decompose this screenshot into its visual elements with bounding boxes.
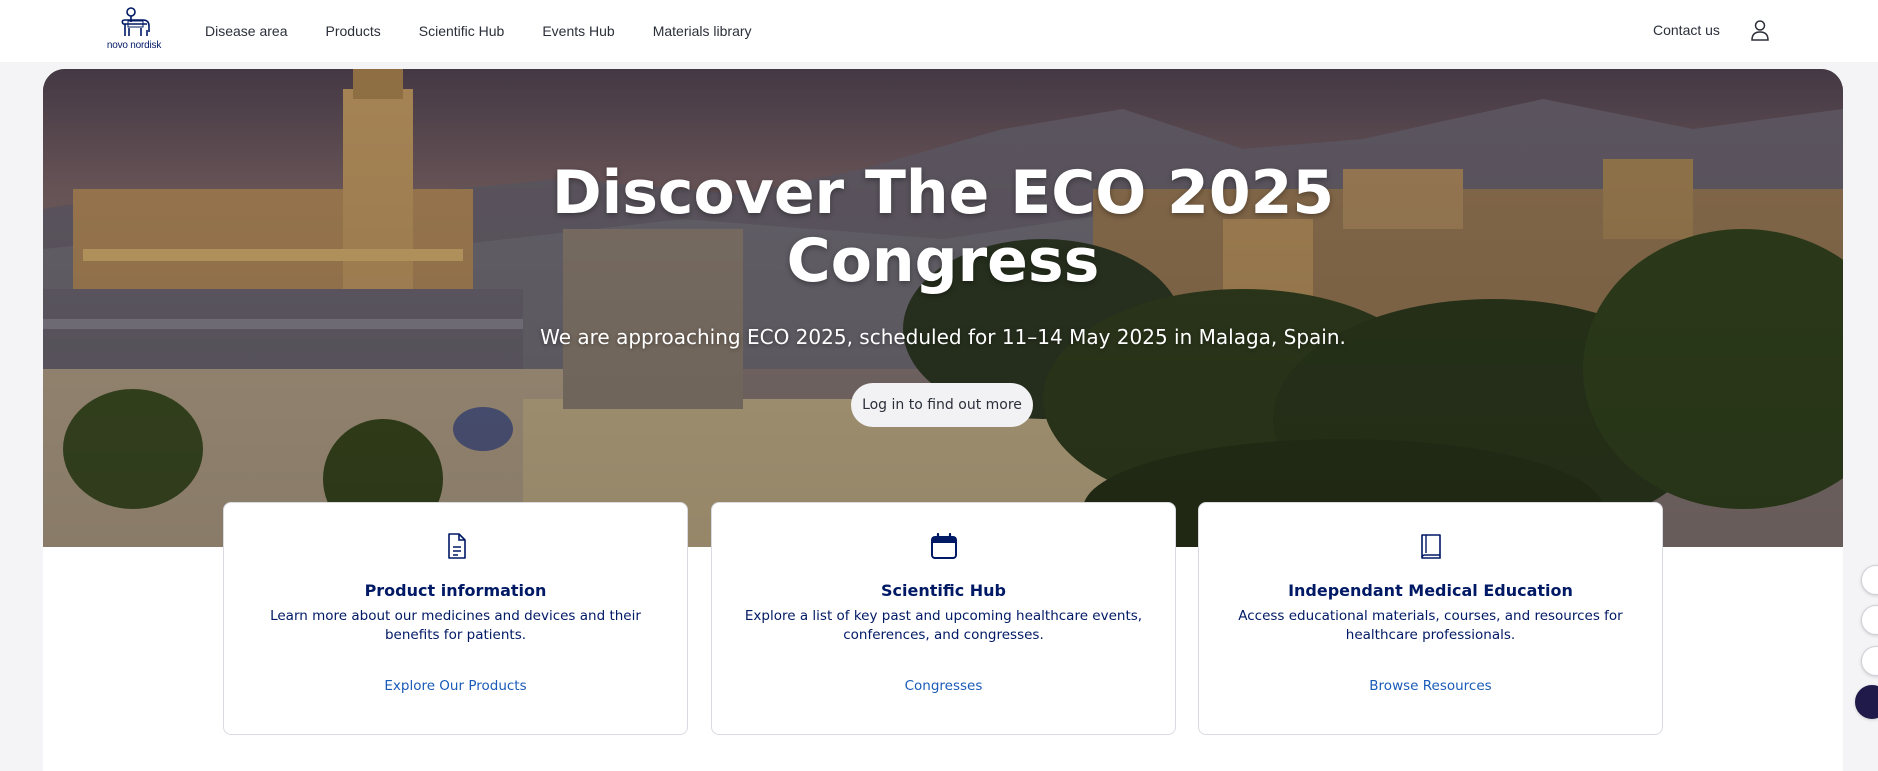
browse-resources-link[interactable]: Browse Resources (1199, 678, 1662, 694)
card-product-information: Product information Learn more about our… (223, 502, 688, 735)
explore-products-link[interactable]: Explore Our Products (224, 678, 687, 694)
card-scientific-hub: Scientific Hub Explore a list of key pas… (711, 502, 1176, 735)
hero-title-line-2: Congress (786, 226, 1100, 296)
side-widget-grid-icon[interactable] (1861, 646, 1878, 676)
logo-wordmark: novo nordisk (106, 40, 162, 51)
side-widget-panel-icon[interactable] (1861, 565, 1878, 595)
side-widget-link-icon[interactable] (1861, 605, 1878, 635)
nav-materials-library[interactable]: Materials library (653, 23, 752, 39)
contact-us-link[interactable]: Contact us (1653, 22, 1720, 38)
hero-title: Discover The ECO 2025 Congress (43, 159, 1843, 295)
card-description: Explore a list of key past and upcoming … (744, 608, 1143, 643)
hero-subtitle: We are approaching ECO 2025, scheduled f… (540, 325, 1346, 349)
login-button[interactable]: Log in to find out more (851, 383, 1033, 427)
nav-scientific-hub[interactable]: Scientific Hub (419, 23, 505, 39)
card-independant-medical-education: Independant Medical Education Access edu… (1198, 502, 1663, 735)
novo-nordisk-logo[interactable]: novo nordisk (100, 6, 168, 54)
book-icon (1420, 534, 1441, 559)
congresses-link[interactable]: Congresses (712, 678, 1175, 694)
card-description: Learn more about our medicines and devic… (270, 608, 641, 643)
top-navigation: novo nordisk Disease area Products Scien… (0, 0, 1878, 62)
main-nav: Disease area Products Scientific Hub Eve… (205, 0, 752, 62)
malaga-cityscape-image (43, 69, 1843, 547)
nav-products[interactable]: Products (326, 23, 381, 39)
chat-assistant-icon[interactable] (1855, 685, 1878, 719)
nav-disease-area[interactable]: Disease area (205, 23, 288, 39)
card-title: Scientific Hub (880, 581, 1006, 600)
calendar-icon (930, 532, 957, 559)
apis-bull-icon (121, 7, 150, 36)
card-title: Independant Medical Education (1288, 581, 1573, 600)
nav-events-hub[interactable]: Events Hub (542, 23, 614, 39)
hero-banner: Discover The ECO 2025 Congress We are ap… (43, 69, 1843, 547)
document-icon (447, 533, 466, 559)
page: novo nordisk Disease area Products Scien… (0, 0, 1878, 771)
user-account-icon[interactable] (1750, 19, 1770, 41)
hero-title-line-1: Discover The ECO 2025 (551, 158, 1335, 228)
card-title: Product information (364, 581, 547, 600)
card-description: Access educational materials, courses, a… (1238, 608, 1623, 643)
